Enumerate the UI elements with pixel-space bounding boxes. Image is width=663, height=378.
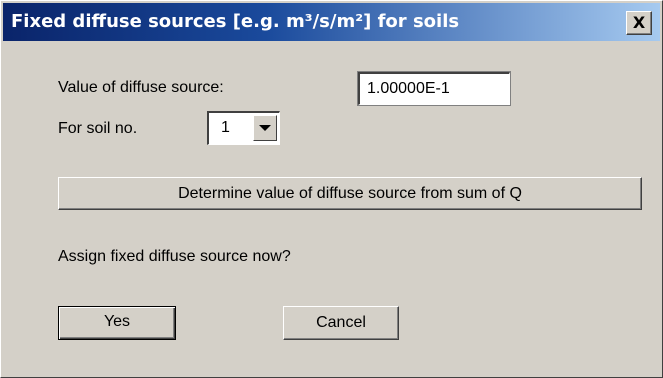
yes-button[interactable]: Yes (58, 306, 176, 340)
soil-number-value: 1 (221, 119, 230, 136)
title-bar[interactable]: Fixed diffuse sources [e.g. m³/s/m²] for… (3, 3, 660, 41)
dropdown-button[interactable] (253, 115, 277, 141)
diffuse-source-value-input[interactable]: 1.00000E-1 (357, 71, 511, 106)
cancel-button[interactable]: Cancel (283, 306, 399, 340)
chevron-down-icon (259, 125, 271, 131)
determine-from-sum-q-button[interactable]: Determine value of diffuse source from s… (58, 177, 642, 210)
value-label: Value of diffuse source: (58, 79, 224, 96)
assign-prompt: Assign fixed diffuse source now? (58, 248, 291, 265)
dialog-window: Fixed diffuse sources [e.g. m³/s/m²] for… (0, 0, 663, 378)
soil-number-select[interactable]: 1 (207, 111, 280, 145)
soil-label: For soil no. (58, 120, 138, 137)
close-icon: X (632, 13, 646, 32)
close-button[interactable]: X (626, 11, 652, 35)
window-title: Fixed diffuse sources [e.g. m³/s/m²] for… (11, 11, 460, 32)
